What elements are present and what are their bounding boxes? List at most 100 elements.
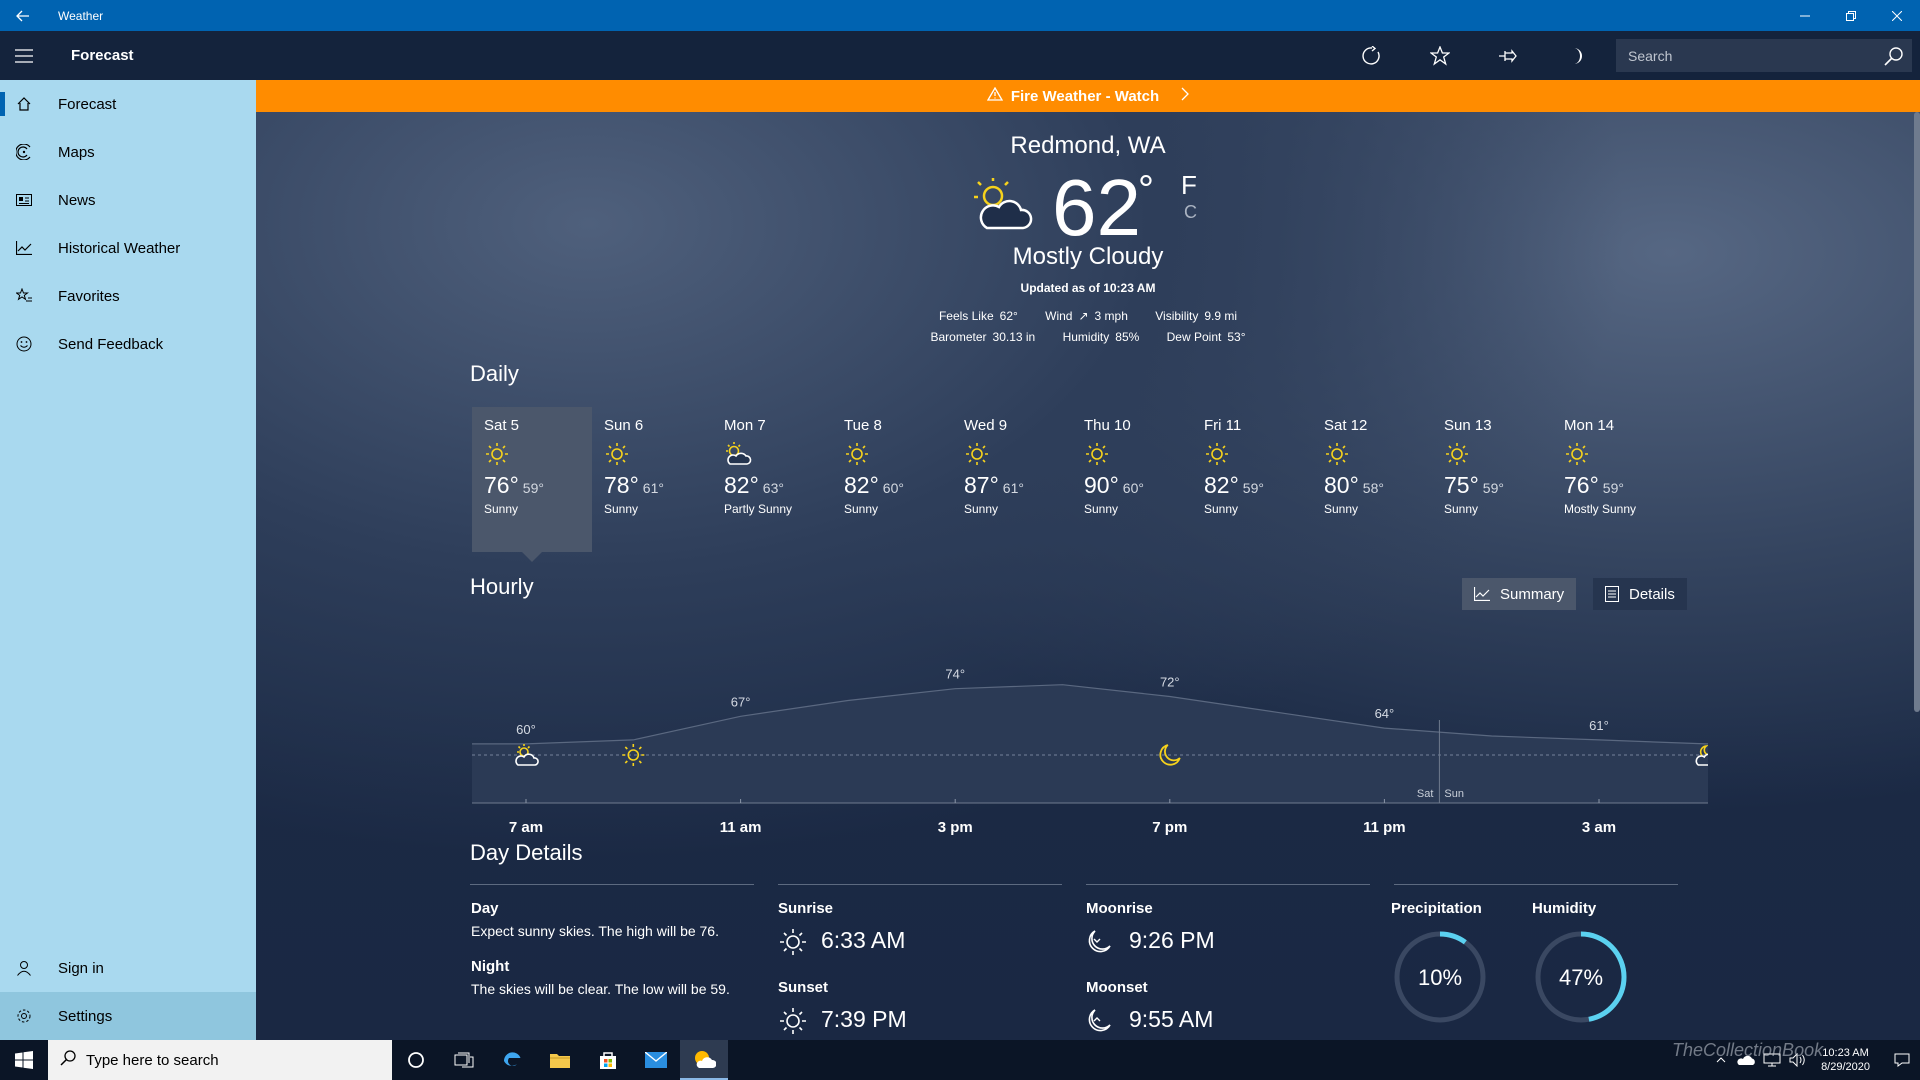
x-tick-label: 3 am <box>1582 819 1616 836</box>
daily-forecast-card[interactable]: Mon 7 82° 63° Partly Sunny <box>712 407 832 552</box>
dark-mode-button[interactable] <box>1542 46 1610 66</box>
high-temp: 82° <box>1204 472 1239 498</box>
file-explorer-button[interactable] <box>536 1040 584 1080</box>
start-button[interactable] <box>0 1040 48 1080</box>
high-temp: 87° <box>964 472 999 498</box>
feels-like-label: Feels Like <box>938 309 994 323</box>
day-name: Mon 7 <box>724 417 766 434</box>
minimize-button[interactable] <box>1782 0 1828 31</box>
sidebar-item-favorites[interactable]: Favorites <box>0 272 256 320</box>
taskbar-search-box[interactable]: Type here to search <box>48 1040 392 1080</box>
action-center-button[interactable] <box>1884 1040 1920 1080</box>
moonset-icon <box>1086 1008 1112 1039</box>
visibility-value: 9.9 mi <box>1204 309 1238 323</box>
store-button[interactable] <box>584 1040 632 1080</box>
day-divider-left: Sat <box>1417 788 1434 800</box>
low-temp: 59° <box>1482 480 1504 496</box>
restore-button[interactable] <box>1828 0 1874 31</box>
daily-forecast-card[interactable]: Wed 9 87° 61° Sunny <box>952 407 1072 552</box>
settings-label: Settings <box>58 1007 113 1025</box>
sunrise-time: 6:33 AM <box>821 927 906 953</box>
task-view-button[interactable] <box>440 1040 488 1080</box>
updated-time: Updated as of 10:23 AM <box>1020 281 1156 295</box>
day-condition: Sunny <box>844 502 879 516</box>
daily-forecast-card[interactable]: Fri 11 82° 59° Sunny <box>1192 407 1312 552</box>
search-input[interactable] <box>1616 47 1866 64</box>
page-title: Forecast <box>71 47 134 64</box>
taskbar-search-placeholder: Type here to search <box>86 1051 219 1069</box>
day-details-heading: Day Details <box>470 840 583 865</box>
low-temp: 58° <box>1362 480 1384 496</box>
pin-button[interactable] <box>1474 46 1542 66</box>
day-label: Day <box>471 900 499 917</box>
unit-fahrenheit-toggle[interactable]: F <box>1181 170 1197 201</box>
daily-forecast-card[interactable]: Sun 6 78° 61° Sunny <box>592 407 712 552</box>
sidebar-item-send-feedback[interactable]: Send Feedback <box>0 320 256 368</box>
day-condition: Sunny <box>1084 502 1119 516</box>
details-toggle-button[interactable]: Details <box>1593 578 1687 610</box>
sidebar-item-forecast[interactable]: Forecast <box>0 80 256 128</box>
home-icon <box>0 96 48 112</box>
precipitation-label: Precipitation <box>1391 900 1482 917</box>
weather-alert-banner[interactable]: Fire Weather - Watch <box>256 80 1920 112</box>
day-name: Sat 12 <box>1324 417 1368 434</box>
unit-celsius-toggle[interactable]: C <box>1184 202 1197 223</box>
summary-toggle-button[interactable]: Summary <box>1462 578 1577 610</box>
conditions-row-2: Barometer 30.13 in Humidity 85% Dew Point 5… <box>256 330 1920 344</box>
day-condition: Sunny <box>1204 502 1239 516</box>
divider <box>778 884 1062 885</box>
daily-forecast-strip: Sat 5 76° 59° Sunny Sun 6 78° 61° Sunny Mon 7 82°… <box>472 407 1672 562</box>
radar-icon <box>0 144 48 160</box>
store-icon <box>600 1052 616 1069</box>
precipitation-value: 10% <box>1418 965 1462 990</box>
weather-app-button[interactable] <box>680 1040 728 1080</box>
alert-text: Fire Weather - Watch <box>1010 87 1160 105</box>
low-temp: 61° <box>642 480 664 496</box>
daily-forecast-card[interactable]: Mon 14 76° 59° Mostly Sunny <box>1552 407 1672 552</box>
sunset-time: 7:39 PM <box>821 1006 907 1032</box>
daily-forecast-card[interactable]: Sun 13 75° 59° Sunny <box>1432 407 1552 552</box>
daily-forecast-card[interactable]: Sat 12 80° 58° Sunny <box>1312 407 1432 552</box>
daily-forecast-card[interactable]: Tue 8 82° 60° Sunny <box>832 407 952 552</box>
sidebar-item-maps[interactable]: Maps <box>0 128 256 176</box>
scrollbar[interactable] <box>1914 112 1920 712</box>
watermark: TheCollectionBook <box>1672 1040 1824 1060</box>
sun-icon <box>1324 441 1432 467</box>
night-summary-text: The skies will be clear. The low will be… <box>471 981 730 997</box>
sunrise-label: Sunrise <box>778 900 834 917</box>
back-button[interactable] <box>0 0 46 31</box>
command-bar: Forecast <box>48 31 1920 80</box>
details-label: Details <box>1629 585 1675 603</box>
favorite-button[interactable] <box>1406 45 1474 66</box>
refresh-button[interactable] <box>1338 45 1406 66</box>
low-temp: 60° <box>1122 480 1144 496</box>
forecast-content: Fire Weather - Watch Redmond, WA 62 ° F … <box>256 80 1920 1040</box>
search-icon[interactable] <box>1884 46 1904 71</box>
dew-point-label: Dew Point <box>1166 330 1222 344</box>
moonset-label: Moonset <box>1086 979 1148 996</box>
daily-forecast-card[interactable]: Thu 10 90° 60° Sunny <box>1072 407 1192 552</box>
sidebar-item-historical-weather[interactable]: Historical Weather <box>0 224 256 272</box>
close-button[interactable] <box>1874 0 1920 31</box>
sidebar-item-news[interactable]: News <box>0 176 256 224</box>
news-icon <box>0 193 48 207</box>
day-name: Thu 10 <box>1084 417 1131 434</box>
day-name: Sun 6 <box>604 417 644 434</box>
refresh-icon <box>1362 45 1380 65</box>
taskbar-clock[interactable]: 10:23 AM 8/29/2020 <box>1821 1046 1870 1074</box>
sign-in-button[interactable]: Sign in <box>0 944 256 992</box>
divider <box>1394 884 1678 885</box>
day-condition: Sunny <box>604 502 639 516</box>
humidity-value: 85% <box>1115 330 1140 344</box>
divider <box>470 884 754 885</box>
sunrise-icon <box>778 927 808 962</box>
mail-button[interactable] <box>632 1040 680 1080</box>
edge-button[interactable] <box>488 1040 536 1080</box>
daily-forecast-card[interactable]: Sat 5 76° 59° Sunny <box>472 407 592 562</box>
settings-button[interactable]: Settings <box>0 992 256 1040</box>
feels-like-value: 62° <box>999 309 1018 323</box>
cortana-button[interactable] <box>392 1040 440 1080</box>
hamburger-button[interactable] <box>0 31 48 80</box>
search-box[interactable] <box>1616 39 1912 72</box>
summary-label: Summary <box>1500 585 1565 603</box>
